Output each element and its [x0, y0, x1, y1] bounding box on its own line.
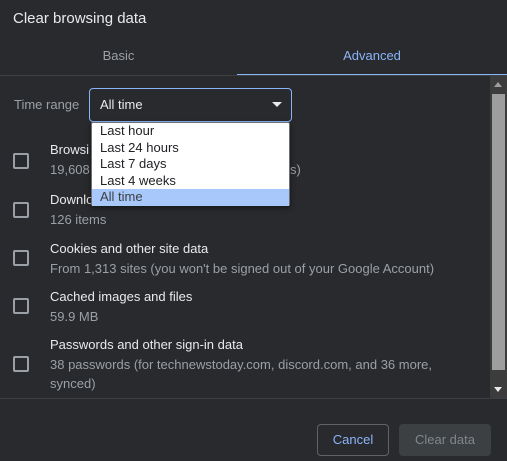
- cookies-detail: From 1,313 sites (you won't be signed ou…: [50, 261, 435, 276]
- browsing-history-detail: 19,608: [50, 162, 90, 177]
- list-item-cookies: Cookies and other site data From 1,313 s…: [0, 239, 490, 285]
- passwords-title: Passwords and other sign-in data: [50, 337, 243, 352]
- passwords-detail-line2: synced): [50, 376, 96, 391]
- clear-data-button[interactable]: Clear data: [399, 424, 491, 456]
- scrollbar-thumb[interactable]: [492, 94, 505, 370]
- passwords-detail: 38 passwords (for technewstoday.com, dis…: [50, 357, 432, 372]
- download-history-checkbox[interactable]: [13, 202, 29, 218]
- dialog-title: Clear browsing data: [13, 10, 147, 27]
- scroll-down-arrow-icon[interactable]: [494, 387, 502, 392]
- passwords-checkbox[interactable]: [13, 356, 29, 372]
- option-all-time[interactable]: All time: [92, 189, 289, 206]
- download-history-detail: 126 items: [50, 212, 107, 227]
- cached-images-checkbox[interactable]: [13, 298, 29, 314]
- tab-bar: Basic Advanced: [0, 38, 507, 76]
- option-last-4-weeks[interactable]: Last 4 weeks: [92, 173, 289, 190]
- tab-advanced-label: Advanced: [343, 48, 401, 63]
- time-range-dropdown-menu: Last hour Last 24 hours Last 7 days Last…: [91, 122, 290, 206]
- vertical-scrollbar[interactable]: [490, 76, 507, 398]
- list-item-cached-images: Cached images and files 59.9 MB: [0, 287, 490, 333]
- download-history-title: Downlo: [50, 192, 94, 207]
- cookies-title: Cookies and other site data: [50, 241, 209, 256]
- scroll-up-arrow-icon[interactable]: [494, 82, 502, 87]
- cached-images-title: Cached images and files: [50, 289, 193, 304]
- time-range-label: Time range: [14, 97, 80, 112]
- cookies-checkbox[interactable]: [13, 250, 29, 266]
- tab-advanced[interactable]: Advanced: [237, 38, 507, 76]
- option-last-7-days[interactable]: Last 7 days: [92, 156, 289, 173]
- tab-basic[interactable]: Basic: [0, 38, 237, 76]
- cached-images-detail: 59.9 MB: [50, 309, 99, 324]
- dropdown-arrow-icon: [272, 102, 282, 107]
- browsing-history-checkbox[interactable]: [13, 153, 29, 169]
- time-range-select[interactable]: All time: [89, 88, 292, 122]
- clear-browsing-data-dialog: Clear browsing data Basic Advanced Time …: [0, 0, 507, 461]
- browsing-history-title: Browsi: [50, 142, 90, 157]
- footer-divider: [0, 398, 507, 399]
- time-range-value: All time: [100, 97, 143, 112]
- list-item-passwords: Passwords and other sign-in data 38 pass…: [0, 335, 490, 397]
- cancel-button[interactable]: Cancel: [317, 424, 389, 456]
- browsing-history-detail-tail: s): [290, 162, 301, 177]
- option-last-hour[interactable]: Last hour: [92, 123, 289, 140]
- options-panel: Time range All time Browsi 19,608 s) Dow…: [0, 76, 490, 398]
- option-last-24-hours[interactable]: Last 24 hours: [92, 140, 289, 157]
